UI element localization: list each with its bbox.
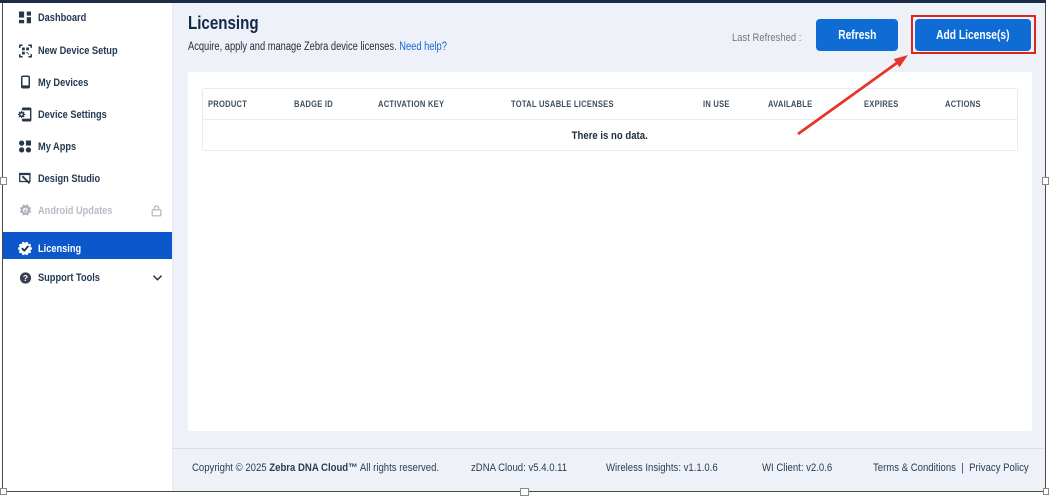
svg-text:?: ? [22,272,27,282]
